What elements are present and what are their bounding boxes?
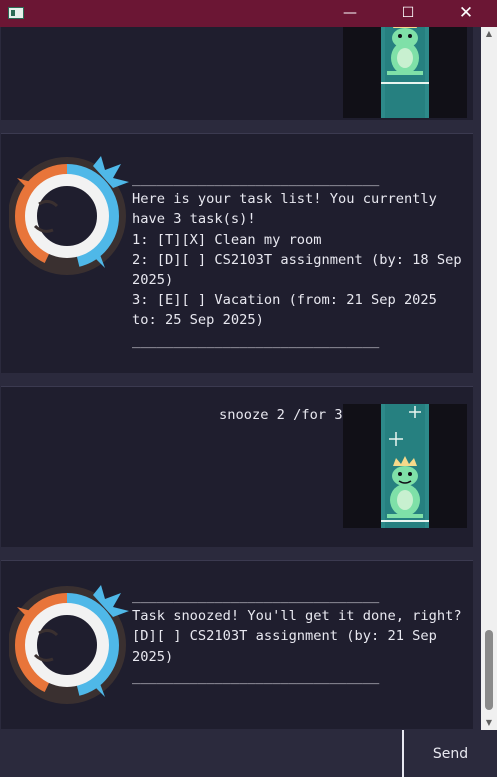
swirl-logo-svg bbox=[8, 156, 129, 275]
bot-message-text: ______________________________ Task snoo… bbox=[132, 588, 462, 685]
scroll-up-arrow-icon[interactable]: ▲ bbox=[481, 27, 497, 41]
frog-king-portrait-icon bbox=[343, 27, 467, 118]
frog-king-svg bbox=[343, 404, 467, 528]
message-input[interactable] bbox=[0, 730, 402, 777]
chat-scroll-pane[interactable]: ______________________________ Here is y… bbox=[0, 27, 481, 730]
vertical-scrollbar[interactable]: ▲ ▼ bbox=[481, 27, 497, 730]
user-message: snooze 2 /for 3 bbox=[1, 386, 473, 547]
send-button[interactable]: Send bbox=[402, 730, 497, 777]
frog-king-portrait-icon bbox=[343, 404, 467, 528]
bot-message: ______________________________ Task snoo… bbox=[1, 560, 473, 729]
bot-message: ______________________________ Here is y… bbox=[1, 133, 473, 373]
frog-king-svg bbox=[343, 27, 467, 118]
user-message-text: snooze 2 /for 3 bbox=[219, 407, 343, 423]
swirl-logo-svg bbox=[8, 585, 129, 704]
swirl-logo-avatar-icon bbox=[8, 581, 133, 705]
swirl-logo-avatar-icon bbox=[8, 152, 133, 276]
scroll-down-arrow-icon[interactable]: ▼ bbox=[481, 716, 497, 730]
title-bar: — ☐ ✕ bbox=[0, 0, 497, 27]
user-message bbox=[1, 27, 473, 120]
minimize-button[interactable]: — bbox=[327, 0, 373, 27]
scrollbar-thumb[interactable] bbox=[485, 630, 493, 710]
maximize-button[interactable]: ☐ bbox=[385, 0, 431, 27]
bot-message-text: ______________________________ Here is y… bbox=[132, 171, 462, 349]
close-button[interactable]: ✕ bbox=[443, 0, 489, 27]
app-window-icon bbox=[8, 7, 24, 19]
